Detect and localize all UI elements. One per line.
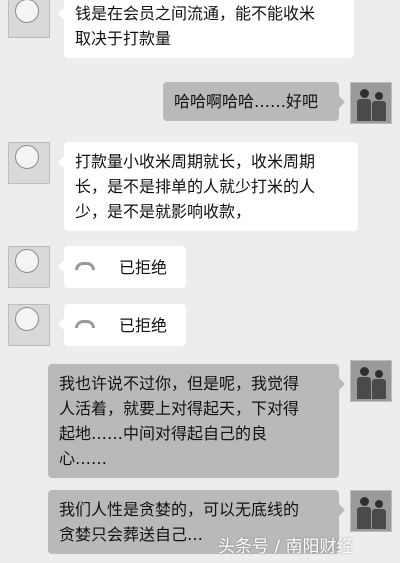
message-bubble[interactable]: 哈哈啊哈哈……好吧 <box>163 82 345 121</box>
cartoon-face-icon <box>15 0 39 23</box>
contact-avatar[interactable] <box>8 246 50 288</box>
contact-avatar[interactable] <box>8 304 50 346</box>
call-record-bubble[interactable]: 已拒绝 <box>58 246 186 288</box>
message-bubble[interactable]: 我也许说不过你，但是呢，我觉得 人活着，就要上对得起天，下对得 起地……中间对得… <box>48 364 345 478</box>
message-line: 少，是不是就影响收款， <box>75 202 252 221</box>
cartoon-face-icon <box>15 249 39 273</box>
message-bubble[interactable]: 打款量小收米周期就长，收米周期 长，是不是排单的人就少打米的人 少，是不是就影响… <box>58 142 358 231</box>
watermark: 头条号 / 南阳财经 <box>218 537 354 557</box>
message-line: 心…… <box>59 449 108 468</box>
call-status-text: 已拒绝 <box>119 257 168 277</box>
contact-avatar[interactable] <box>8 0 50 38</box>
call-status-text: 已拒绝 <box>119 315 168 335</box>
user-avatar[interactable] <box>350 82 392 124</box>
phone-hangup-icon <box>75 320 97 330</box>
message-line: 长，是不是排单的人就少打米的人 <box>75 177 316 196</box>
message-line: 取决于打款量 <box>75 29 172 48</box>
message-line: 我们人性是贪婪的，可以无底线的 <box>59 500 300 519</box>
message-line: 钱是在会员之间流通，能不能收米 <box>75 4 316 23</box>
message-line: 哈哈啊哈哈……好吧 <box>174 92 319 111</box>
cartoon-face-icon <box>15 307 39 331</box>
message-bubble[interactable]: 钱是在会员之间流通，能不能收米 取决于打款量 <box>58 0 354 58</box>
call-record-bubble[interactable]: 已拒绝 <box>58 304 186 346</box>
user-avatar[interactable] <box>350 490 392 532</box>
phone-hangup-icon <box>75 262 97 272</box>
message-line: 起地……中间对得起自己的良 <box>59 424 268 443</box>
user-avatar[interactable] <box>350 360 392 402</box>
message-line: 人活着，就要上对得起天，下对得 <box>59 399 300 418</box>
contact-avatar[interactable] <box>8 142 50 184</box>
message-line: 打款量小收米周期就长，收米周期 <box>75 152 316 171</box>
message-line: 我也许说不过你，但是呢，我觉得 <box>59 374 300 393</box>
cartoon-face-icon <box>15 145 39 169</box>
